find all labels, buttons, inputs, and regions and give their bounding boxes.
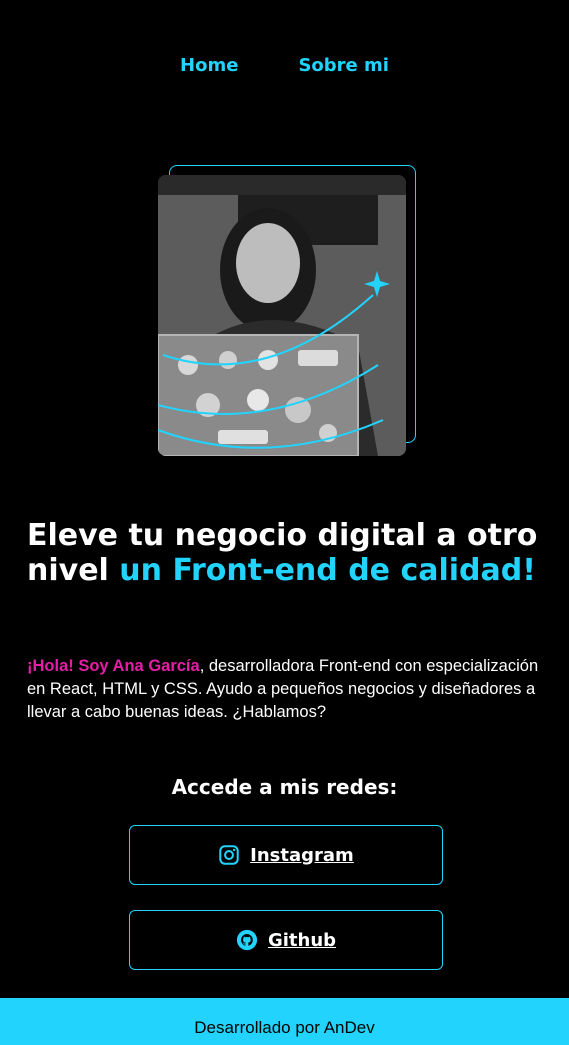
github-icon — [236, 929, 258, 951]
nav-home-link[interactable]: Home — [180, 55, 238, 76]
social-title: Accede a mis redes: — [171, 775, 398, 799]
footer-text: Desarrollado por AnDev — [194, 1018, 375, 1037]
instagram-icon — [218, 844, 240, 866]
headline: Eleve tu negocio digital a otro nivel un… — [27, 518, 542, 588]
bio-greeting: ¡Hola! Soy Ana García — [27, 657, 200, 675]
portrait-photo — [158, 175, 406, 456]
portrait-illustration — [158, 175, 406, 456]
hero-image — [158, 165, 416, 457]
top-nav: Home Sobre mi — [0, 55, 569, 76]
github-button[interactable]: Github — [129, 910, 443, 970]
bio-text: ¡Hola! Soy Ana García, desarrolladora Fr… — [27, 655, 542, 724]
instagram-label: Instagram — [250, 844, 354, 866]
nav-about-link[interactable]: Sobre mi — [298, 55, 389, 76]
footer: Desarrollado por AnDev — [0, 998, 569, 1045]
instagram-button[interactable]: Instagram — [129, 825, 443, 885]
headline-accent: un Front-end de calidad! — [119, 553, 536, 588]
github-label: Github — [267, 929, 337, 951]
page: Home Sobre mi Eleve tu negocio digital a… — [0, 0, 569, 1045]
